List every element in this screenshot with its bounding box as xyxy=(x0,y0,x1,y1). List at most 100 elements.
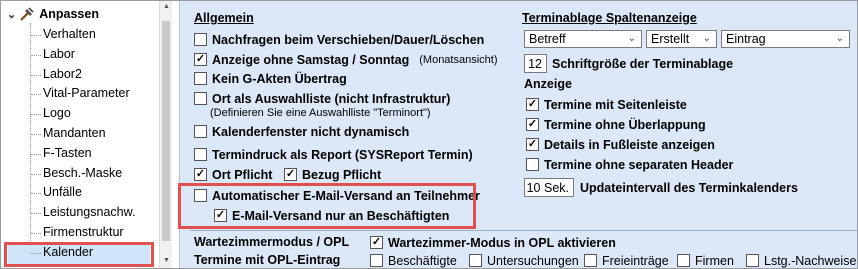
checkbox[interactable] xyxy=(194,72,207,85)
tree-connector xyxy=(31,75,41,76)
tree-connector xyxy=(31,174,41,175)
ort-hint: (Definieren Sie eine Auswahlliste "Termi… xyxy=(210,107,431,119)
update-interval-label: Updateintervall des Terminkalenders xyxy=(580,180,798,195)
option-seitenleiste[interactable]: ✓ Termine mit Seitenleiste xyxy=(526,96,687,113)
filter-beschaeftigte[interactable]: Beschäftigte xyxy=(370,252,457,268)
font-size-input[interactable]: 12 xyxy=(524,54,547,73)
option-ohne-wochenende[interactable]: ✓ Anzeige ohne Samstag / Sonntag (Monats… xyxy=(194,51,498,68)
section-allgemein-title: Allgemein xyxy=(194,11,254,25)
checkbox[interactable] xyxy=(370,254,383,267)
sidebar-item[interactable]: Labor2 xyxy=(43,65,82,84)
sidebar-item[interactable]: Besch.-Maske xyxy=(43,164,122,183)
sidebar-item[interactable]: Unfälle xyxy=(43,183,82,202)
option-bezug-pflicht[interactable]: ✓ Bezug Pflicht xyxy=(284,166,381,183)
option-ort-auswahlliste[interactable]: Ort als Auswahlliste (nicht Infrastruktu… xyxy=(194,90,450,107)
column-select-1[interactable]: Betreff ⌄ xyxy=(524,30,642,48)
option-label: Termine ohne Überlappung xyxy=(544,117,706,132)
option-label: Ort als Auswahlliste (nicht Infrastruktu… xyxy=(212,91,451,106)
option-note: (Monatsansicht) xyxy=(419,53,498,66)
option-label: Ort Pflicht xyxy=(212,167,273,182)
tree-guide-line xyxy=(30,23,31,263)
sidebar-item[interactable]: Verhalten xyxy=(43,25,96,44)
checkbox[interactable]: ✓ xyxy=(284,168,297,181)
option-label: Kalenderfenster nicht dynamisch xyxy=(212,124,410,139)
option-label: Beschäftigte xyxy=(388,253,457,268)
option-label: Untersuchungen xyxy=(487,253,579,268)
option-label: Nachfragen beim Verschieben/Dauer/Lösche… xyxy=(212,32,485,47)
tree-connector xyxy=(31,114,41,115)
checkbox[interactable]: ✓ xyxy=(526,98,539,111)
tree-header-label: Anpassen xyxy=(39,7,99,21)
checkbox[interactable] xyxy=(194,33,207,46)
tree-node-anpassen[interactable]: ⌄ Anpassen xyxy=(7,5,99,23)
option-ohne-header[interactable]: Termine ohne separaten Header xyxy=(526,156,733,173)
section-anzeige-title: Anzeige xyxy=(524,77,572,91)
option-label: Wartezimmer-Modus in OPL aktivieren xyxy=(388,235,616,250)
option-ort-pflicht[interactable]: ✓ Ort Pflicht xyxy=(194,166,272,183)
checkbox[interactable] xyxy=(469,254,482,267)
option-label: Freieinträge xyxy=(602,253,669,268)
highlight-box-kalender xyxy=(4,242,154,267)
option-kalenderfenster[interactable]: Kalenderfenster nicht dynamisch xyxy=(194,123,409,140)
checkbox[interactable] xyxy=(746,254,759,267)
option-label: Termine mit Seitenleiste xyxy=(544,97,687,112)
option-label: Details in Fußleiste anzeigen xyxy=(544,137,715,152)
font-size-label: Schriftgröße der Terminablage xyxy=(552,56,734,71)
option-label: Termindruck als Report (SYSReport Termin… xyxy=(212,147,473,162)
checkbox[interactable]: ✓ xyxy=(526,118,539,131)
checkbox[interactable]: ✓ xyxy=(526,138,539,151)
sidebar-item[interactable]: Vital-Parameter xyxy=(43,84,130,103)
sidebar-item[interactable]: Labor xyxy=(43,45,75,64)
column-select-3[interactable]: Eintrag ⌄ xyxy=(721,30,850,48)
checkbox[interactable] xyxy=(677,254,690,267)
section-warte-title: Wartezimmermodus / OPL xyxy=(194,235,350,249)
collapse-chevron-icon[interactable]: ⌄ xyxy=(7,8,16,21)
filter-lstg-nachweise[interactable]: Lstg.-Nachweise xyxy=(746,252,857,268)
scroll-up-icon[interactable]: ▲ xyxy=(160,3,173,10)
checkbox[interactable] xyxy=(194,125,207,138)
option-label: Kein G-Akten Übertrag xyxy=(212,71,347,86)
tree-connector xyxy=(31,134,41,135)
column-select-value: Betreff xyxy=(529,32,566,46)
chevron-down-icon: ⌄ xyxy=(627,33,636,44)
filter-untersuchungen[interactable]: Untersuchungen xyxy=(469,252,579,268)
tools-icon xyxy=(19,6,35,22)
sidebar-tree: ⌄ Anpassen Verhalten Labor Labor2 Vital-Par… xyxy=(1,1,173,268)
checkbox[interactable]: ✓ xyxy=(194,53,207,66)
checkbox[interactable]: ✓ xyxy=(370,236,383,249)
scroll-down-icon[interactable]: ▼ xyxy=(160,257,173,264)
option-kein-g-akten[interactable]: Kein G-Akten Übertrag xyxy=(194,70,347,87)
update-interval-input[interactable]: 10 Sek. xyxy=(524,178,574,197)
column-select-value: Erstellt xyxy=(651,32,690,46)
option-label: Lstg.-Nachweise xyxy=(764,253,857,268)
section-opl-title: Termine mit OPL-Eintrag xyxy=(194,253,341,267)
option-details-fussleiste[interactable]: ✓ Details in Fußleiste anzeigen xyxy=(526,136,715,153)
checkbox[interactable]: ✓ xyxy=(194,168,207,181)
checkbox[interactable] xyxy=(584,254,597,267)
sidebar-item[interactable]: Mandanten xyxy=(43,124,106,143)
chevron-down-icon: ⌄ xyxy=(702,33,711,44)
checkbox[interactable] xyxy=(194,92,207,105)
tree-connector xyxy=(31,213,41,214)
column-select-value: Eintrag xyxy=(726,32,766,46)
filter-firmen[interactable]: Firmen xyxy=(677,252,734,268)
sidebar-item[interactable]: Leistungsnachw. xyxy=(43,203,135,222)
sidebar-item[interactable]: F-Tasten xyxy=(43,144,92,163)
sidebar-item[interactable]: Logo xyxy=(43,104,71,123)
filter-freieintraege[interactable]: Freieinträge xyxy=(584,252,669,268)
option-nachfragen[interactable]: Nachfragen beim Verschieben/Dauer/Lösche… xyxy=(194,31,484,48)
highlight-box-email xyxy=(178,183,476,229)
sidebar-scrollbar[interactable]: ▲ ▼ xyxy=(159,1,173,268)
option-label: Anzeige ohne Samstag / Sonntag xyxy=(212,52,410,67)
option-termindruck[interactable]: Termindruck als Report (SYSReport Termin… xyxy=(194,146,473,163)
option-wartezimmer-aktivieren[interactable]: ✓ Wartezimmer-Modus in OPL aktivieren xyxy=(370,234,616,251)
tree-connector xyxy=(31,94,41,95)
checkbox[interactable] xyxy=(526,158,539,171)
option-ohne-ueberlappung[interactable]: ✓ Termine ohne Überlappung xyxy=(526,116,706,133)
section-terminablage-title: Terminablage Spaltenanzeige xyxy=(522,11,697,25)
option-label: Termine ohne separaten Header xyxy=(544,157,734,172)
sidebar-item[interactable]: Firmenstruktur xyxy=(43,223,124,242)
scroll-thumb[interactable] xyxy=(162,21,170,241)
column-select-2[interactable]: Erstellt ⌄ xyxy=(646,30,717,48)
checkbox[interactable] xyxy=(194,148,207,161)
